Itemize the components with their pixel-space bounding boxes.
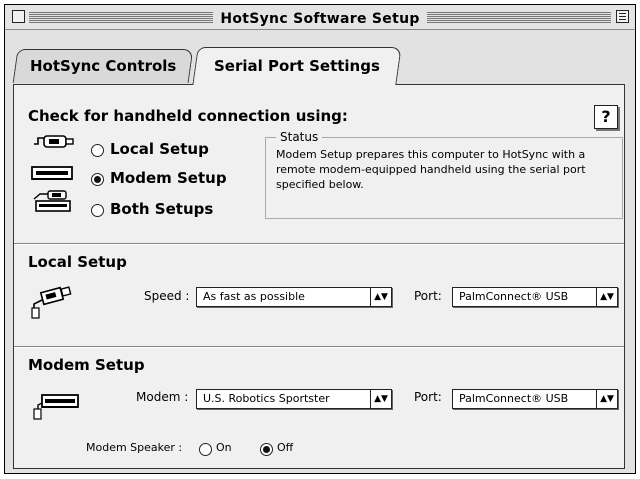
- help-button[interactable]: ?: [594, 105, 618, 129]
- modem-arrows-icon: ▲▼: [370, 390, 391, 408]
- speed-popup[interactable]: As fast as possible ▲▼: [196, 287, 392, 307]
- tab-hotsync-controls[interactable]: HotSync Controls: [12, 49, 194, 83]
- tab-hotsync-controls-label: HotSync Controls: [29, 57, 177, 75]
- modem-connector-icon: [33, 394, 79, 420]
- serial-port-settings-panel: Check for handheld connection using: ? L…: [13, 84, 625, 469]
- speed-label: Speed :: [144, 289, 190, 303]
- both-setups-label: Both Setups: [110, 200, 214, 218]
- local-setup-heading: Local Setup: [28, 253, 127, 271]
- connection-heading: Check for handheld connection using:: [28, 107, 348, 125]
- modem-label: Modem :: [136, 390, 189, 404]
- zoom-box[interactable]: [616, 10, 629, 23]
- local-port-value: PalmConnect® USB: [459, 290, 569, 303]
- title-bar[interactable]: HotSync Software Setup: [5, 5, 635, 30]
- tab-serial-port-settings-label: Serial Port Settings: [214, 57, 380, 75]
- status-text: Modem Setup prepares this computer to Ho…: [276, 148, 586, 191]
- divider: [14, 346, 624, 348]
- modem-icon: [31, 166, 73, 180]
- speed-value: As fast as possible: [203, 290, 305, 303]
- status-title: Status: [276, 130, 323, 144]
- speaker-on-label: On: [216, 441, 232, 454]
- both-setups-icon: [33, 190, 71, 212]
- modem-port-label: Port:: [414, 390, 442, 404]
- modem-setup-label: Modem Setup: [110, 169, 227, 187]
- local-cradle-icon: [34, 135, 74, 148]
- hotsync-setup-window: HotSync Software Setup HotSync Controls …: [4, 4, 636, 474]
- both-setups-radio[interactable]: [91, 204, 104, 217]
- local-setup-label: Local Setup: [110, 140, 209, 158]
- tab-serial-port-settings[interactable]: Serial Port Settings: [192, 47, 402, 85]
- local-port-label: Port:: [414, 289, 442, 303]
- modem-setup-heading: Modem Setup: [28, 356, 145, 374]
- modem-value: U.S. Robotics Sportster: [203, 392, 330, 405]
- divider: [14, 243, 624, 245]
- speed-arrows-icon: ▲▼: [370, 288, 391, 306]
- modem-setup-radio[interactable]: [91, 173, 104, 186]
- window-title: HotSync Software Setup: [213, 11, 427, 27]
- speaker-off-label: Off: [277, 441, 294, 454]
- modem-port-popup[interactable]: PalmConnect® USB ▲▼: [452, 389, 618, 409]
- modem-port-arrows-icon: ▲▼: [596, 390, 617, 408]
- modem-port-value: PalmConnect® USB: [459, 392, 569, 405]
- modem-speaker-label: Modem Speaker :: [86, 441, 183, 454]
- local-port-arrows-icon: ▲▼: [596, 288, 617, 306]
- local-setup-radio[interactable]: [91, 144, 104, 157]
- local-port-popup[interactable]: PalmConnect® USB ▲▼: [452, 287, 618, 307]
- modem-popup[interactable]: U.S. Robotics Sportster ▲▼: [196, 389, 392, 409]
- local-serial-connector-icon: [31, 286, 72, 319]
- speaker-on-radio[interactable]: [199, 443, 212, 456]
- speaker-off-radio[interactable]: [260, 443, 273, 456]
